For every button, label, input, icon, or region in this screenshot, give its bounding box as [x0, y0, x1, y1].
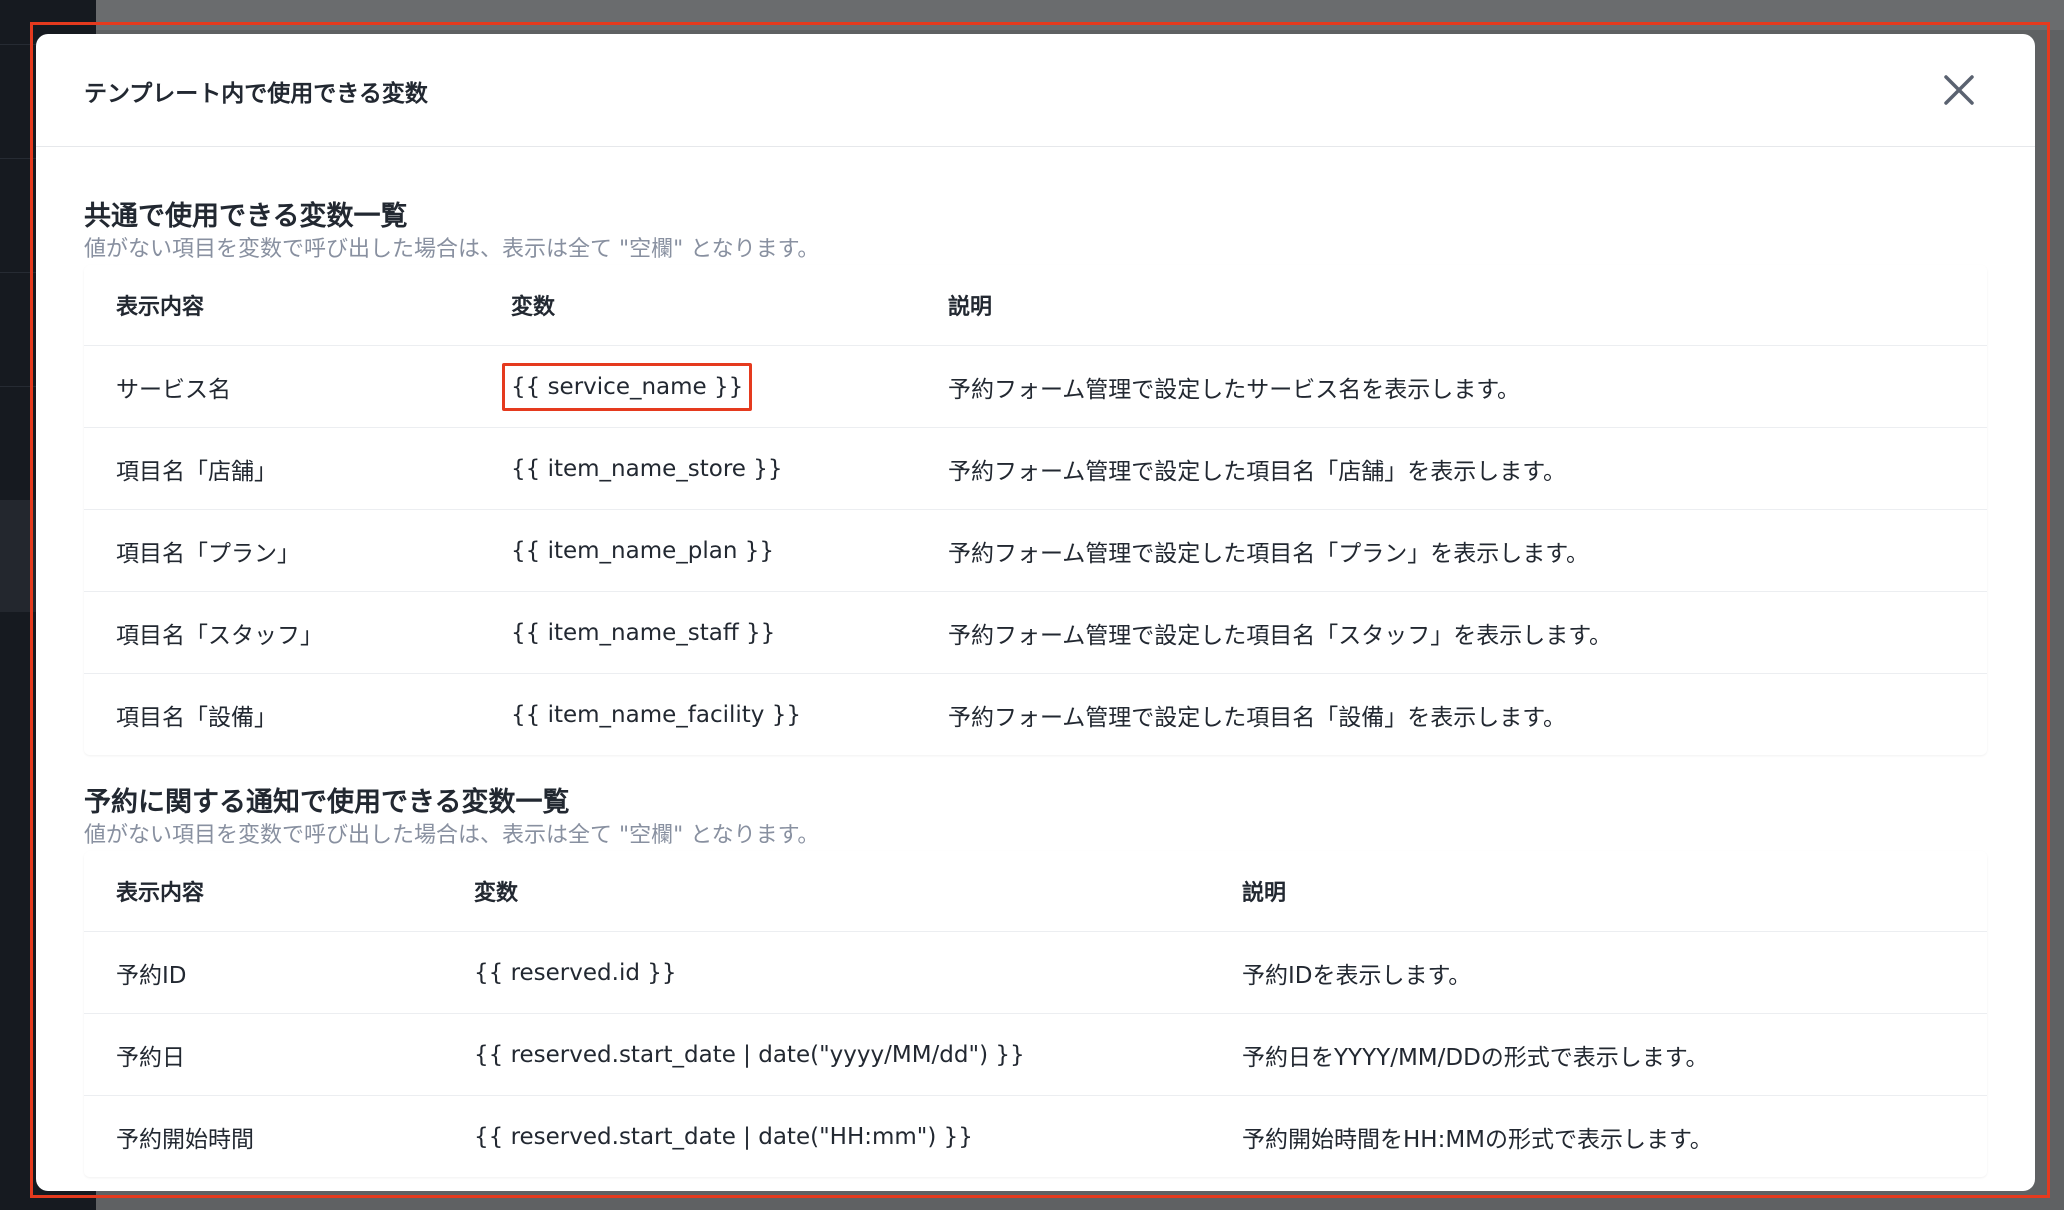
- table-row: 項目名「設備」 {{ item_name_facility }} 予約フォーム管…: [84, 674, 1987, 756]
- display-cell: 予約日: [84, 1013, 442, 1096]
- reservation-variables-table: 表示内容 変数 説明 予約ID {{ reserved.id }} 予約IDを表…: [84, 851, 1987, 1177]
- modal-header: テンプレート内で使用できる変数: [36, 34, 2035, 147]
- display-cell: 予約開始時間: [116, 1126, 254, 1153]
- section-note: 値がない項目を変数で呼び出した場合は、表示は全て "空欄" となります。: [84, 823, 820, 848]
- display-cell: 項目名「店舗」: [84, 427, 479, 510]
- table-header-row: 表示内容 変数 説明: [84, 851, 1987, 932]
- description-cell: 予約フォーム管理で設定した項目名「スタッフ」を表示します。: [916, 591, 1987, 674]
- table-header-row: 表示内容 変数 説明: [84, 265, 1987, 346]
- variable-cell: {{ item_name_facility }}: [511, 701, 801, 728]
- display-cell: 項目名「設備」: [116, 704, 277, 731]
- close-button[interactable]: [1939, 70, 1979, 110]
- column-header-description: 説明: [916, 265, 1987, 346]
- table-row: 項目名「店舗」 {{ item_name_store }} 予約フォーム管理で設…: [84, 427, 1987, 510]
- table-row: 予約日 {{ reserved.start_date | date("yyyy/…: [84, 1013, 1987, 1096]
- column-header-variable: 変数: [479, 265, 916, 346]
- description-cell: 予約日をYYYY/MM/DDの形式で表示します。: [1210, 1013, 1987, 1096]
- section-note: 値がない項目を変数で呼び出した場合は、表示は全て "空欄" となります。: [84, 237, 820, 262]
- modal-body: 共通で使用できる変数一覧 値がない項目を変数で呼び出した場合は、表示は全て "空…: [36, 147, 2035, 1177]
- display-cell: 項目名「プラン」: [84, 509, 479, 592]
- description-cell: 予約フォーム管理で設定したサービス名を表示します。: [916, 345, 1987, 428]
- modal-title: テンプレート内で使用できる変数: [84, 81, 428, 107]
- common-variables-section: 共通で使用できる変数一覧 値がない項目を変数で呼び出した場合は、表示は全て "空…: [84, 147, 1987, 755]
- description-cell: 予約フォーム管理で設定した項目名「店舗」を表示します。: [916, 427, 1987, 510]
- highlighted-variable: {{ service_name }}: [502, 362, 753, 411]
- column-header-variable: 変数: [442, 851, 1210, 932]
- column-header-display: 表示内容: [84, 265, 479, 346]
- display-cell: 予約ID: [84, 931, 442, 1014]
- variable-cell: {{ reserved.id }}: [442, 931, 1210, 1014]
- table-row: 予約ID {{ reserved.id }} 予約IDを表示します。: [84, 931, 1987, 1014]
- variable-cell: {{ item_name_staff }}: [479, 591, 916, 674]
- reservation-variables-section: 予約に関する通知で使用できる変数一覧 値がない項目を変数で呼び出した場合は、表示…: [84, 755, 1987, 1177]
- variable-cell: {{ item_name_plan }}: [479, 509, 916, 592]
- table-row: サービス名 {{ service_name }} 予約フォーム管理で設定したサー…: [84, 345, 1987, 428]
- section-title: 共通で使用できる変数一覧: [84, 201, 408, 232]
- display-cell: サービス名: [84, 345, 479, 428]
- section-title: 予約に関する通知で使用できる変数一覧: [84, 787, 570, 818]
- common-variables-table: 表示内容 変数 説明 サービス名 {{ service_name }} 予約フォ…: [84, 265, 1987, 755]
- table-row: 予約開始時間 {{ reserved.start_date | date("HH…: [84, 1096, 1987, 1178]
- table-row: 項目名「プラン」 {{ item_name_plan }} 予約フォーム管理で設…: [84, 509, 1987, 592]
- background-header: [96, 0, 2064, 30]
- variable-cell: {{ service_name }}: [479, 345, 916, 428]
- table-row: 項目名「スタッフ」 {{ item_name_staff }} 予約フォーム管理…: [84, 591, 1987, 674]
- variables-modal: テンプレート内で使用できる変数 共通で使用できる変数一覧 値がない項目を変数で呼…: [36, 34, 2035, 1191]
- column-header-display: 表示内容: [84, 851, 442, 932]
- description-cell: 予約開始時間をHH:MMの形式で表示します。: [1242, 1126, 1713, 1153]
- description-cell: 予約IDを表示します。: [1210, 931, 1987, 1014]
- variable-cell: {{ reserved.start_date | date("HH:mm") }…: [474, 1123, 973, 1150]
- description-cell: 予約フォーム管理で設定した項目名「設備」を表示します。: [948, 704, 1567, 731]
- description-cell: 予約フォーム管理で設定した項目名「プラン」を表示します。: [916, 509, 1987, 592]
- column-header-description: 説明: [1210, 851, 1987, 932]
- close-icon: [1944, 75, 1974, 105]
- display-cell: 項目名「スタッフ」: [84, 591, 479, 674]
- variable-cell: {{ item_name_store }}: [479, 427, 916, 510]
- variable-cell: {{ reserved.start_date | date("yyyy/MM/d…: [442, 1013, 1210, 1096]
